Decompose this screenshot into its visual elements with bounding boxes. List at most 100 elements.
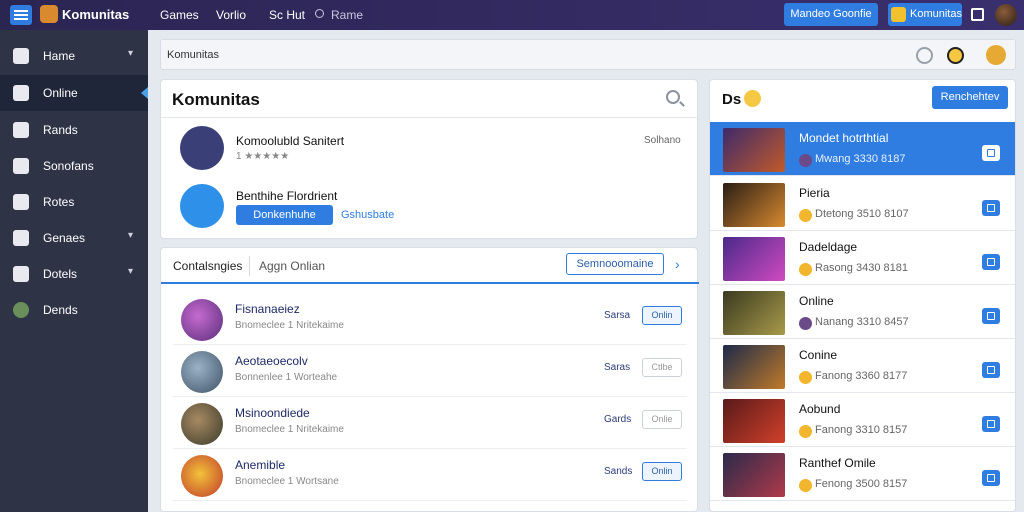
tab-categories[interactable]: Contalsngies	[173, 259, 242, 273]
list-item[interactable]: Aeotaeoecolv Bonnenlee 1 Worteahe Saras …	[173, 345, 687, 397]
sidebar-item-sonofans[interactable]: Sonofans	[0, 148, 148, 184]
sidebar-item-label: Dends	[43, 303, 78, 317]
game-meta: Nanang 3310 8457	[815, 316, 909, 328]
menu-icon[interactable]	[10, 5, 32, 25]
user-avatar[interactable]	[995, 4, 1017, 26]
grid-icon[interactable]	[971, 8, 984, 21]
online-button[interactable]: Onlin	[642, 462, 682, 481]
game-meta: Mwang 3330 8187	[815, 153, 906, 165]
sidebar-item-label: Sonofans	[43, 159, 94, 173]
avatar	[181, 403, 223, 445]
list-item[interactable]: Msinoondiede Bnomeclee 1 Nritekaime Gard…	[173, 397, 687, 449]
open-icon[interactable]	[982, 200, 1000, 216]
chevron-down-icon: ▾	[127, 48, 133, 59]
user-icon	[180, 184, 224, 228]
game-thumbnail	[723, 453, 785, 497]
row-status: Sands	[604, 466, 633, 477]
sidebar-item-label: Online	[43, 86, 78, 100]
primary-action-button[interactable]: Mandeo Goonfie	[784, 3, 878, 26]
notification-icon	[891, 7, 906, 22]
open-icon[interactable]	[982, 362, 1000, 378]
chevron-right-icon[interactable]: ›	[675, 256, 680, 272]
game-row[interactable]: Ranthef Omile Fenong 3500 8157	[710, 447, 1015, 501]
active-indicator	[141, 87, 148, 99]
community-panel: Komunitas Komoolubld Sanitert 1 ★★★★★ So…	[160, 79, 699, 239]
sidebar-item-genaes[interactable]: Genaes ▾	[0, 220, 148, 256]
offline-button[interactable]: Onlie	[642, 410, 682, 429]
entry-title[interactable]: Komoolubld Sanitert	[236, 134, 344, 148]
sidebar-item-rotes[interactable]: Rotes	[0, 184, 148, 220]
search-input[interactable]	[167, 45, 887, 65]
pen-icon	[13, 85, 29, 101]
nav-schut[interactable]: Sc Hut	[269, 8, 305, 22]
panel-title: Komunitas	[172, 90, 260, 109]
search-icon[interactable]	[315, 9, 324, 18]
sidebar-item-dotels[interactable]: Dotels ▾	[0, 256, 148, 292]
search-bar	[160, 39, 1016, 70]
nav-games[interactable]: Games	[160, 8, 199, 22]
row-title: Aeotaeoecolv	[235, 354, 308, 368]
game-name: Aobund	[799, 402, 841, 416]
entry-status: Solhano	[644, 135, 681, 146]
game-name: Pieria	[799, 186, 830, 200]
refresh-button[interactable]: Renchehtev	[932, 86, 1008, 109]
coin-icon	[799, 425, 812, 438]
sidebar: Hame ▾ Online Rands Sonofans Rotes Genae…	[0, 30, 148, 512]
open-icon[interactable]	[982, 145, 1000, 161]
open-icon[interactable]	[982, 308, 1000, 324]
row-status: Sarsa	[604, 310, 631, 321]
list-item[interactable]: Anemible Bnomeclee 1 Wortsane Sands Onli…	[173, 449, 687, 501]
tab-online[interactable]: Aggn Onlian	[259, 259, 325, 273]
game-row[interactable]: Pieria Dtetong 3510 8107	[710, 177, 1015, 231]
row-subtitle: Bnomeclee 1 Nritekaime	[235, 424, 344, 435]
game-row[interactable]: Mondet hotrthtial Mwang 3330 8187	[710, 122, 1015, 176]
nav-rame[interactable]: Rame	[331, 8, 363, 22]
emoji-icon[interactable]	[947, 47, 964, 64]
game-row[interactable]: Online Nanang 3310 8457	[710, 285, 1015, 339]
nav-vorlio[interactable]: Vorlio	[216, 8, 246, 22]
chevron-down-icon: ▾	[127, 266, 133, 277]
emoji-icon	[744, 90, 761, 107]
coin-icon	[799, 479, 812, 492]
game-row[interactable]: Dadeldage Rasong 3430 8181	[710, 231, 1015, 285]
top-navbar: Komunitas Games Vorlio Sc Hut Rame Mande…	[0, 0, 1024, 30]
user-avatar[interactable]	[986, 45, 1006, 65]
online-button[interactable]: Onlin	[642, 306, 682, 325]
game-name: Online	[799, 294, 834, 308]
sidebar-item-label: Dotels	[43, 267, 78, 281]
entry-link[interactable]: Gshusbate	[341, 209, 394, 221]
tab-bar: Contalsngies Aggn Onlian Semnooomaine ›	[161, 248, 699, 284]
row-subtitle: Bonnenlee 1 Worteahe	[235, 372, 338, 383]
sidebar-item-rands[interactable]: Rands	[0, 112, 148, 148]
open-icon[interactable]	[982, 416, 1000, 432]
game-thumbnail	[723, 183, 785, 227]
sidebar-item-online[interactable]: Online	[0, 75, 148, 111]
open-icon[interactable]	[982, 470, 1000, 486]
sidebar-item-hame[interactable]: Hame ▾	[0, 38, 148, 74]
game-name: Ranthef Omile	[799, 456, 876, 470]
entry-action-button[interactable]: Donkenhuhe	[236, 205, 333, 225]
game-name: Mondet hotrthtial	[799, 131, 889, 145]
list-item[interactable]: Fisnanaeiez Bnomeclee 1 Nritekaime Sarsa…	[173, 293, 687, 345]
offline-button[interactable]: Ctlbe	[642, 358, 682, 377]
see-more-button[interactable]: Semnooomaine	[566, 253, 664, 275]
game-meta: Dtetong 3510 8107	[815, 208, 909, 220]
sidebar-item-label: Rands	[43, 123, 78, 137]
avatar	[181, 351, 223, 393]
avatar	[181, 455, 223, 497]
chat-icon	[13, 158, 29, 174]
game-row[interactable]: Conine Fanong 3360 8177	[710, 339, 1015, 393]
game-row[interactable]: Aobund Fanong 3310 8157	[710, 393, 1015, 447]
games-panel: Ds Renchehtev Mondet hotrthtial Mwang 33…	[709, 79, 1016, 512]
book-icon	[13, 122, 29, 138]
avatar-icon	[13, 302, 29, 318]
game-meta: Fanong 3310 8157	[815, 424, 908, 436]
entry-title[interactable]: Benthihe Flordrient	[236, 189, 337, 203]
row-title: Msinoondiede	[235, 406, 310, 420]
sidebar-item-dends[interactable]: Dends	[0, 292, 148, 328]
open-icon[interactable]	[982, 254, 1000, 270]
row-subtitle: Bnomeclee 1 Wortsane	[235, 476, 339, 487]
search-icon[interactable]	[666, 90, 680, 104]
avatar-icon	[799, 317, 812, 330]
clock-icon[interactable]	[916, 47, 933, 64]
